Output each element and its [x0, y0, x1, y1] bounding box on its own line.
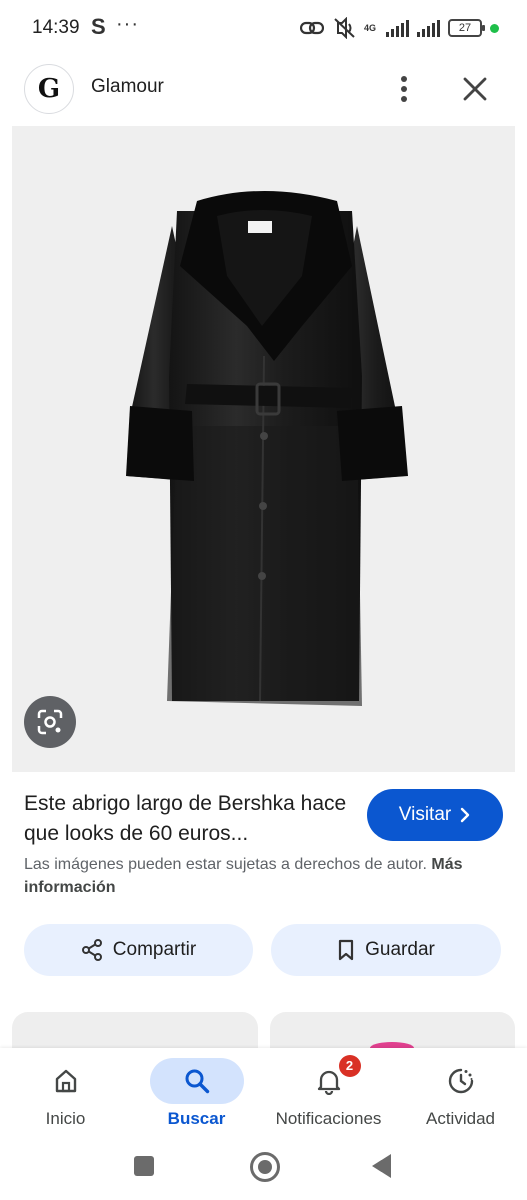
home-button-icon[interactable]	[250, 1152, 280, 1182]
more-vert-icon[interactable]	[393, 72, 415, 106]
lens-glyph	[37, 709, 63, 735]
status-icons: 4G 27	[299, 14, 499, 42]
copyright-text: Las imágenes pueden estar sujetas a dere…	[24, 856, 427, 873]
bell-icon: 2	[282, 1055, 376, 1104]
signal-icon	[417, 19, 440, 37]
system-navigation	[0, 1140, 527, 1200]
signal-icon	[386, 19, 409, 37]
nav-item-actividad[interactable]: Actividad	[395, 1048, 526, 1140]
close-icon[interactable]	[458, 72, 492, 106]
home-icon	[19, 1058, 113, 1104]
bookmark-icon	[339, 939, 354, 961]
site-name[interactable]: Glamour	[91, 76, 164, 98]
back-icon[interactable]	[372, 1154, 391, 1178]
nav-label: Inicio	[45, 1109, 86, 1128]
site-logo[interactable]: G	[24, 64, 74, 114]
search-icon	[149, 1058, 244, 1104]
share-icon	[81, 939, 102, 961]
visit-label: Visitar	[398, 804, 452, 825]
share-button[interactable]: Compartir	[24, 924, 253, 976]
privacy-indicator-icon	[490, 23, 499, 33]
mute-vibrate-icon	[334, 17, 355, 39]
bottom-navigation: Inicio Buscar 2 Notificaciones Actividad	[0, 1048, 527, 1140]
activity-icon	[414, 1058, 508, 1104]
link-icon	[299, 21, 324, 35]
google-lens-icon[interactable]	[24, 696, 76, 748]
coat-image	[126, 191, 408, 706]
nav-item-buscar[interactable]: Buscar	[131, 1048, 262, 1140]
share-label: Compartir	[112, 939, 197, 960]
copyright-notice: Las imágenes pueden estar sujetas a dere…	[24, 853, 509, 899]
source-header: G Glamour	[0, 56, 527, 126]
result-image[interactable]	[12, 126, 515, 772]
nav-label: Notificaciones	[275, 1109, 382, 1128]
result-title[interactable]: Este abrigo largo de Bershka hace que lo…	[24, 789, 354, 849]
recent-apps-icon[interactable]	[134, 1156, 154, 1176]
nav-item-notificaciones[interactable]: 2 Notificaciones	[263, 1048, 394, 1140]
battery-icon: 27	[448, 19, 485, 37]
network-type: 4G	[363, 22, 376, 33]
nav-label: Actividad	[426, 1109, 495, 1128]
nav-label: Buscar	[167, 1109, 226, 1128]
status-bar: 14:39 S ··· 4G 27	[0, 0, 527, 56]
save-label: Guardar	[365, 939, 435, 960]
nav-item-inicio[interactable]: Inicio	[0, 1048, 131, 1140]
more-notifications-icon: ···	[116, 13, 139, 35]
status-time: 14:39	[32, 17, 80, 38]
notification-badge: 2	[338, 1055, 361, 1077]
visit-button[interactable]: Visitar	[367, 789, 503, 841]
app-notification-icon: S	[91, 14, 106, 39]
chevron-right-icon	[461, 807, 470, 823]
save-button[interactable]: Guardar	[271, 924, 501, 976]
